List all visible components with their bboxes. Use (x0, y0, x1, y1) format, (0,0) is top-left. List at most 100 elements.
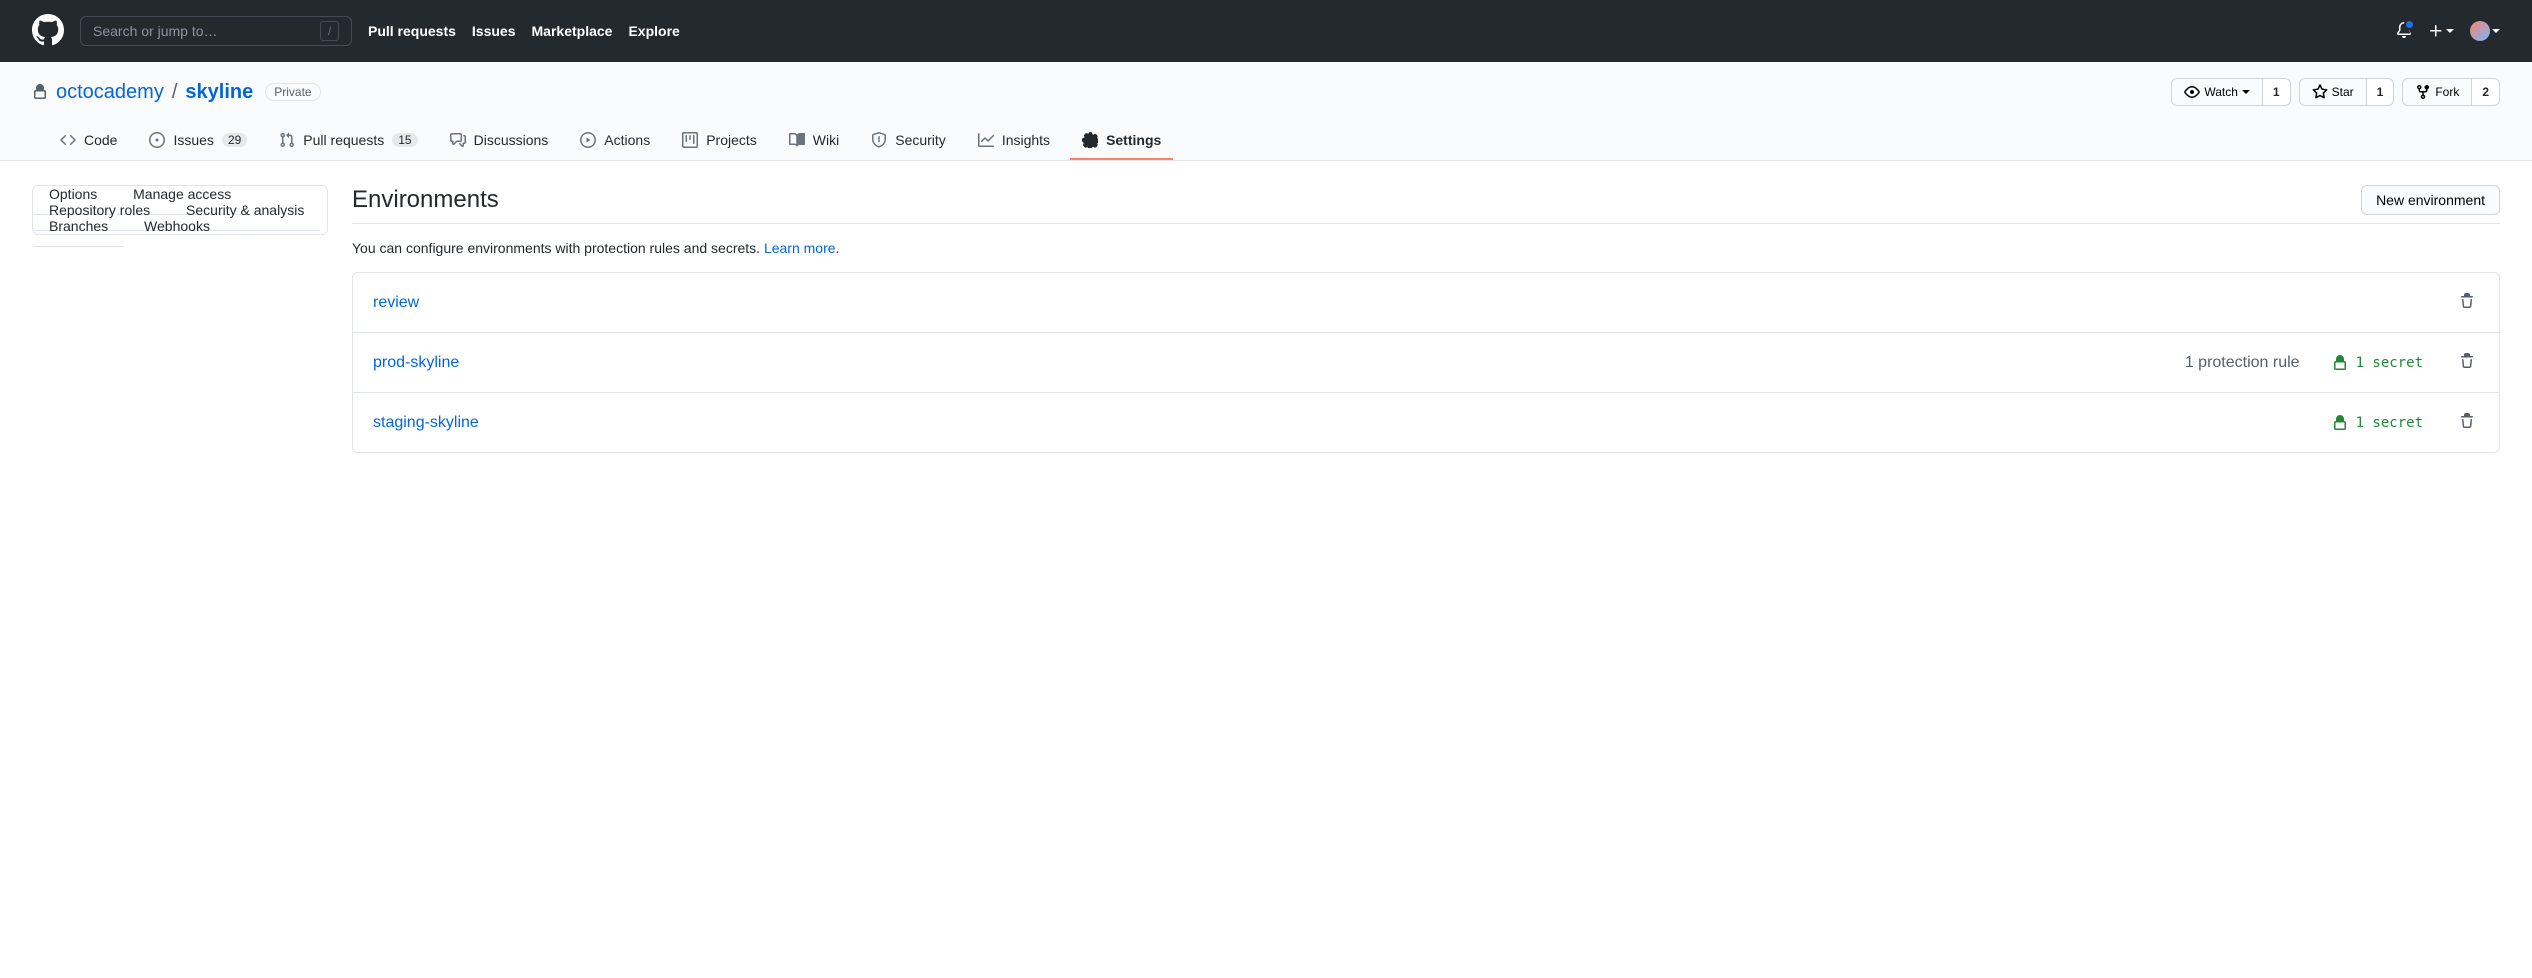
code-icon (60, 132, 76, 148)
repo-title: octocademy / skyline Private (32, 81, 321, 104)
tab-projects[interactable]: Projects (670, 122, 769, 160)
nav-marketplace[interactable]: Marketplace (532, 23, 613, 39)
tab-label: Settings (1106, 132, 1161, 148)
projects-icon (682, 132, 698, 148)
repo-owner-link[interactable]: octocademy (56, 81, 164, 104)
tab-label: Wiki (813, 132, 839, 148)
tab-security[interactable]: Security (859, 122, 958, 160)
issues-count: 29 (222, 133, 247, 147)
delete-environment-button[interactable] (2455, 289, 2479, 316)
pull-request-icon (279, 132, 295, 148)
lock-icon (2332, 355, 2348, 371)
watch-button[interactable]: Watch (2171, 78, 2262, 106)
star-button[interactable]: Star (2299, 78, 2366, 106)
pulls-count: 15 (392, 133, 417, 147)
environments-list: review prod-skyline 1 protection rule 1 … (352, 272, 2500, 453)
eye-icon (2184, 84, 2200, 100)
header-right (2396, 21, 2500, 41)
header-nav: Pull requests Issues Marketplace Explore (368, 23, 680, 39)
tab-label: Code (84, 132, 117, 148)
environment-link-review[interactable]: review (373, 294, 419, 312)
caret-down-icon (2446, 29, 2454, 33)
environment-row: staging-skyline 1 secret (353, 393, 2499, 452)
notifications-button[interactable] (2396, 22, 2412, 41)
trash-icon (2459, 293, 2475, 309)
tab-label: Pull requests (303, 132, 384, 148)
sidebar-item-branches[interactable]: Branches (33, 206, 124, 247)
slash-key-icon: / (320, 21, 339, 41)
global-header: / Pull requests Issues Marketplace Explo… (0, 0, 2532, 62)
graph-icon (978, 132, 994, 148)
tab-label: Insights (1002, 132, 1050, 148)
tab-label: Issues (173, 132, 213, 148)
wiki-icon (789, 132, 805, 148)
create-menu[interactable] (2428, 23, 2454, 39)
tab-actions[interactable]: Actions (568, 122, 662, 160)
discussions-icon (450, 132, 466, 148)
secret-text: 1 secret (2356, 355, 2423, 371)
tab-label: Security (895, 132, 946, 148)
tab-settings[interactable]: Settings (1070, 122, 1173, 160)
sidebar-item-webhooks[interactable]: Webhooks (128, 206, 226, 246)
secret-text: 1 secret (2356, 415, 2423, 431)
repo-tabs: Code Issues 29 Pull requests 15 Discussi… (32, 122, 2500, 160)
repo-name-link[interactable]: skyline (185, 81, 253, 104)
page-title: Environments (352, 186, 499, 214)
repo-header: octocademy / skyline Private Watch 1 Sta… (0, 62, 2532, 161)
star-count[interactable]: 1 (2366, 78, 2395, 106)
nav-pull-requests[interactable]: Pull requests (368, 23, 456, 39)
caret-down-icon (2242, 90, 2250, 94)
fork-count[interactable]: 2 (2471, 78, 2500, 106)
tab-label: Discussions (474, 132, 549, 148)
fork-button[interactable]: Fork (2402, 78, 2471, 106)
shield-icon (871, 132, 887, 148)
notification-dot-icon (2404, 19, 2415, 30)
environment-link-prod[interactable]: prod-skyline (373, 354, 459, 372)
trash-icon (2459, 353, 2475, 369)
tab-wiki[interactable]: Wiki (777, 122, 851, 160)
gear-icon (1082, 132, 1098, 148)
trash-icon (2459, 413, 2475, 429)
watch-label: Watch (2204, 85, 2238, 99)
lock-icon (32, 84, 48, 100)
environment-link-staging[interactable]: staging-skyline (373, 414, 479, 432)
fork-label: Fork (2435, 85, 2459, 99)
content-header: Environments New environment (352, 185, 2500, 224)
tab-insights[interactable]: Insights (966, 122, 1062, 160)
search-input-wrap[interactable]: / (80, 16, 352, 46)
secret-badge: 1 secret (2332, 415, 2423, 431)
tab-label: Actions (604, 132, 650, 148)
content-area: Environments New environment You can con… (352, 185, 2500, 453)
tab-discussions[interactable]: Discussions (438, 122, 561, 160)
delete-environment-button[interactable] (2455, 349, 2479, 376)
environment-row: prod-skyline 1 protection rule 1 secret (353, 333, 2499, 393)
nav-explore[interactable]: Explore (628, 23, 679, 39)
tab-pull-requests[interactable]: Pull requests 15 (267, 122, 429, 160)
settings-sidebar: Options Manage access Repository roles S… (32, 185, 328, 235)
issue-icon (149, 132, 165, 148)
visibility-badge: Private (265, 83, 320, 101)
tab-label: Projects (706, 132, 757, 148)
nav-issues[interactable]: Issues (472, 23, 516, 39)
avatar-icon (2470, 21, 2490, 41)
repo-actions: Watch 1 Star 1 Fork 2 (2171, 78, 2500, 106)
secret-badge: 1 secret (2332, 355, 2423, 371)
period: . (836, 240, 840, 256)
search-input[interactable] (93, 23, 320, 39)
fork-icon (2415, 84, 2431, 100)
new-environment-button[interactable]: New environment (2361, 185, 2500, 215)
tab-issues[interactable]: Issues 29 (137, 122, 259, 160)
lock-icon (2332, 415, 2348, 431)
star-icon (2312, 84, 2328, 100)
learn-more-link[interactable]: Learn more (764, 240, 836, 256)
protection-rule-text: 1 protection rule (2185, 354, 2300, 372)
main-content: Options Manage access Repository roles S… (0, 161, 2532, 477)
content-description: You can configure environments with prot… (352, 240, 2500, 256)
delete-environment-button[interactable] (2455, 409, 2479, 436)
github-logo-icon[interactable] (32, 14, 64, 49)
user-menu[interactable] (2470, 21, 2500, 41)
watch-count[interactable]: 1 (2262, 78, 2291, 106)
tab-code[interactable]: Code (48, 122, 129, 160)
path-separator: / (172, 81, 178, 104)
desc-text: You can configure environments with prot… (352, 240, 764, 256)
